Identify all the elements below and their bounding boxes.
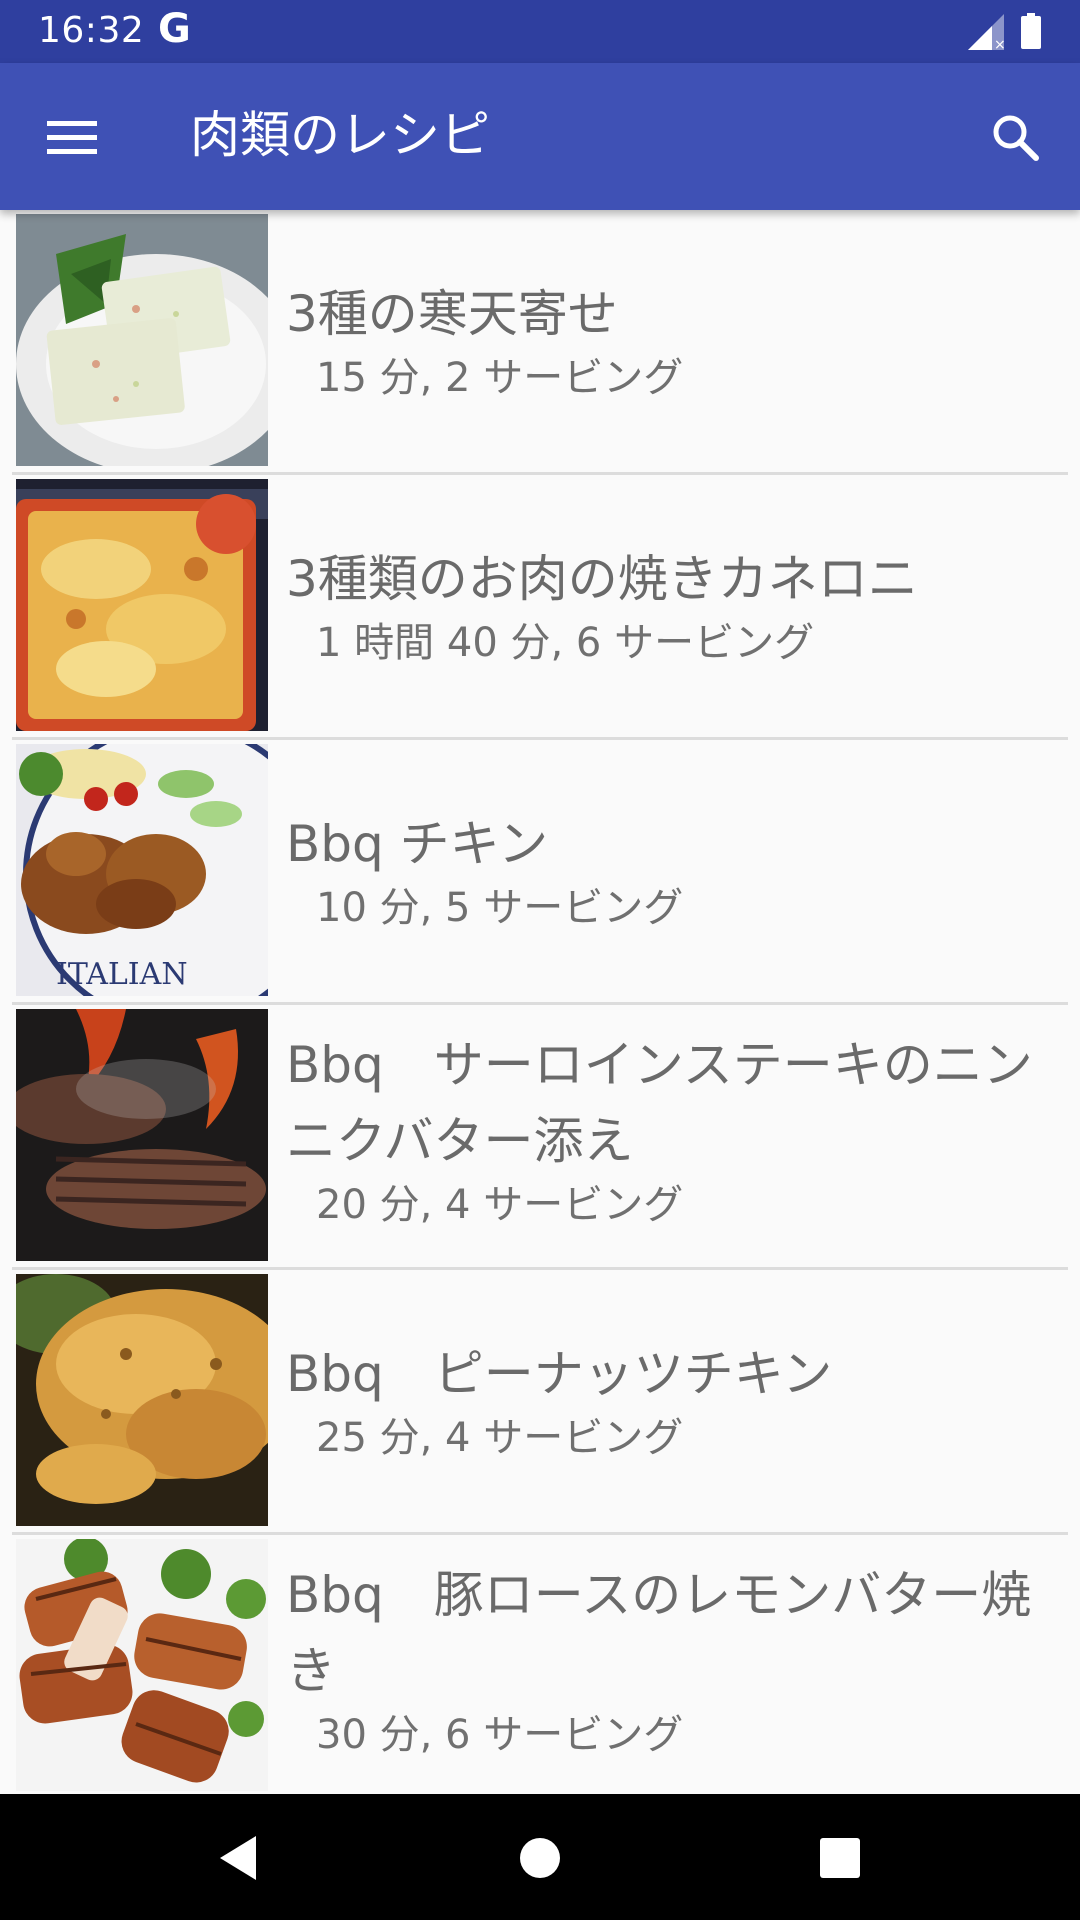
list-item[interactable]: Bbq サーロインステーキのニンニクバター添え 20 分, 4 サービング	[0, 1005, 1080, 1267]
page-title: 肉類のレシピ	[190, 106, 490, 164]
recipe-text: 3種の寒天寄せ 15 分, 2 サービング	[286, 276, 1068, 404]
recipe-name: 3種の寒天寄せ	[286, 285, 618, 343]
recipe-name: 3種類のお肉の焼きカネロニ	[286, 550, 918, 608]
list-item[interactable]: ITALIAN Bbq チキン 10 分, 5 サービング	[0, 740, 1080, 1002]
list-item[interactable]: 3種類のお肉の焼きカネロニ 1 時間 40 分, 6 サービング	[0, 475, 1080, 737]
app-bar: 肉類のレシピ	[0, 63, 1080, 210]
sirloin-steak-photo	[16, 1009, 268, 1261]
back-icon[interactable]	[212, 1830, 268, 1886]
recipe-text: Bbq サーロインステーキのニンニクバター添え 20 分, 4 サービング	[286, 1027, 1068, 1231]
recipe-text: Bbq 豚ロースのレモンバター焼き 30 分, 6 サービング	[286, 1557, 1068, 1761]
pork-loin-photo	[16, 1539, 268, 1791]
recipe-text: 3種類のお肉の焼きカネロニ 1 時間 40 分, 6 サービング	[286, 541, 1068, 669]
recipe-name: Bbq ピーナッツチキン	[286, 1345, 833, 1403]
recipe-name: Bbq 豚ロースのレモンバター焼き	[286, 1566, 1032, 1700]
bbq-chicken-photo: ITALIAN	[16, 744, 268, 996]
search-button[interactable]	[978, 101, 1054, 173]
svg-text:ITALIAN: ITALIAN	[56, 957, 188, 992]
menu-button[interactable]	[34, 101, 110, 173]
baked-cannelloni-photo	[16, 479, 268, 731]
status-time: 16:32	[38, 10, 145, 51]
recipe-text: Bbq チキン 10 分, 5 サービング	[286, 806, 1068, 934]
recipe-meta: 25 分, 4 サービング	[316, 1415, 684, 1461]
status-bar: 16:32 G ×	[0, 0, 1080, 63]
screen: 16:32 G × 肉類のレシピ 3種の寒天寄せ 15 分, 2 サービング 3…	[0, 0, 1080, 1920]
peanut-chicken-photo	[16, 1274, 268, 1526]
navigation-bar	[0, 1794, 1080, 1920]
search-icon	[993, 115, 1039, 161]
list-item[interactable]: Bbq 豚ロースのレモンバター焼き 30 分, 6 サービング	[0, 1535, 1080, 1794]
recipe-name: Bbq チキン	[286, 815, 549, 873]
google-icon: G	[158, 6, 191, 52]
signal-icon: ×	[968, 14, 1006, 50]
recipe-text: Bbq ピーナッツチキン 25 分, 4 サービング	[286, 1336, 1068, 1464]
recipe-meta: 20 分, 4 サービング	[316, 1182, 684, 1228]
agar-terrine-photo	[16, 214, 268, 466]
recipe-meta: 15 分, 2 サービング	[316, 355, 684, 401]
recipe-meta: 10 分, 5 サービング	[316, 885, 684, 931]
list-item[interactable]: Bbq ピーナッツチキン 25 分, 4 サービング	[0, 1270, 1080, 1532]
recipe-meta: 30 分, 6 サービング	[316, 1712, 684, 1758]
home-icon[interactable]	[512, 1830, 568, 1886]
recents-icon[interactable]	[812, 1830, 868, 1886]
recipe-list: 3種の寒天寄せ 15 分, 2 サービング 3種類のお肉の焼きカネロニ 1 時間…	[0, 210, 1080, 1794]
list-item[interactable]: 3種の寒天寄せ 15 分, 2 サービング	[0, 210, 1080, 472]
svg-text:×: ×	[994, 37, 1006, 50]
recipe-meta: 1 時間 40 分, 6 サービング	[316, 620, 815, 666]
hamburger-menu-icon	[47, 121, 97, 154]
battery-icon	[1021, 13, 1041, 49]
recipe-name: Bbq サーロインステーキのニンニクバター添え	[286, 1036, 1033, 1170]
